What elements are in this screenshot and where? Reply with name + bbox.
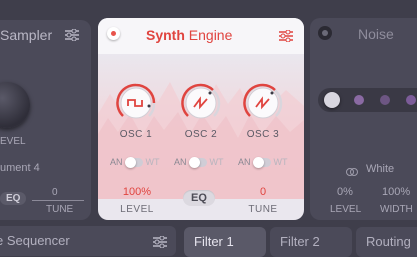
sampler-eq-button[interactable]: EQ — [0, 192, 27, 205]
sampler-level-knob[interactable] — [0, 82, 30, 128]
noise-white-icon — [346, 164, 358, 182]
synth-title: Synth Engine — [146, 27, 233, 43]
osc-1-label: OSC 1 — [119, 129, 153, 140]
toggle-an-label: AN — [110, 157, 123, 167]
sampler-tune-value: 0 — [52, 187, 58, 198]
noise-level-label: LEVEL — [330, 204, 362, 215]
tab-filter-1[interactable]: Filter 1 — [184, 227, 266, 257]
osc-3-label: OSC 3 — [246, 129, 280, 140]
noise-dot-3[interactable] — [406, 95, 416, 105]
noise-selector-thumb[interactable] — [324, 92, 340, 108]
sequencer-settings-icon[interactable] — [153, 235, 167, 253]
noise-level-value[interactable]: 0% — [337, 186, 353, 198]
tab-routing[interactable]: Routing — [356, 227, 417, 257]
synth-level-value[interactable]: 100% — [108, 186, 166, 198]
sampler-instrument-label: ument 4 — [0, 162, 40, 174]
noise-type-selector[interactable] — [318, 88, 417, 112]
synth-eq-button[interactable]: EQ — [183, 190, 215, 206]
osc-2-mode-toggle[interactable]: AN WT — [174, 156, 224, 168]
osc-1: OSC 1 — [107, 82, 165, 140]
toggle-an-label: AN — [174, 157, 187, 167]
toggle-switch[interactable] — [252, 156, 271, 168]
synth-tune-value[interactable]: 0 — [234, 186, 292, 198]
synth-engine-panel: Synth Engine OSC 1 OSC 2 OSC 3 AN WT AN … — [98, 18, 304, 220]
toggle-an-label: AN — [238, 157, 251, 167]
synth-tune-label: TUNE — [248, 204, 278, 215]
sampler-level-label: EVEL — [0, 136, 26, 147]
synth-settings-icon[interactable] — [279, 29, 293, 47]
toggle-wt-label: WT — [273, 157, 288, 167]
synth-power-icon[interactable] — [107, 27, 120, 40]
osc-2-label: OSC 2 — [184, 129, 218, 140]
noise-dot-1[interactable] — [354, 95, 364, 105]
sampler-settings-icon[interactable] — [65, 28, 79, 46]
osc-2-knob[interactable] — [180, 82, 222, 124]
osc-1-knob[interactable] — [115, 82, 157, 124]
noise-title: Noise — [358, 26, 394, 42]
sampler-title: Sampler — [0, 27, 53, 43]
sampler-panel: Sampler EVEL ument 4 EQ 0 TUNE — [0, 20, 91, 220]
noise-type-label: White — [366, 163, 395, 175]
osc-1-mode-toggle[interactable]: AN WT — [110, 156, 160, 168]
sequencer-bar[interactable]: e Sequencer — [0, 226, 176, 256]
toggle-wt-label: WT — [145, 157, 160, 167]
sampler-tune-line — [32, 200, 84, 201]
noise-width-value[interactable]: 100% — [382, 186, 410, 198]
noise-panel: Noise White 0% LEVEL 100% WIDTH — [310, 18, 417, 220]
osc-3-mode-toggle[interactable]: AN WT — [238, 156, 288, 168]
tab-filter-2[interactable]: Filter 2 — [270, 227, 352, 257]
osc-3-knob[interactable] — [242, 82, 284, 124]
osc-3: OSC 3 — [234, 82, 292, 140]
noise-width-label: WIDTH — [380, 204, 413, 215]
toggle-wt-label: WT — [209, 157, 224, 167]
noise-dot-2[interactable] — [380, 95, 390, 105]
toggle-switch[interactable] — [188, 156, 207, 168]
synth-level-label: LEVEL — [120, 204, 154, 215]
osc-2: OSC 2 — [172, 82, 230, 140]
noise-power-icon[interactable] — [318, 26, 332, 40]
sampler-tune-label: TUNE — [46, 204, 74, 215]
toggle-switch[interactable] — [124, 156, 143, 168]
